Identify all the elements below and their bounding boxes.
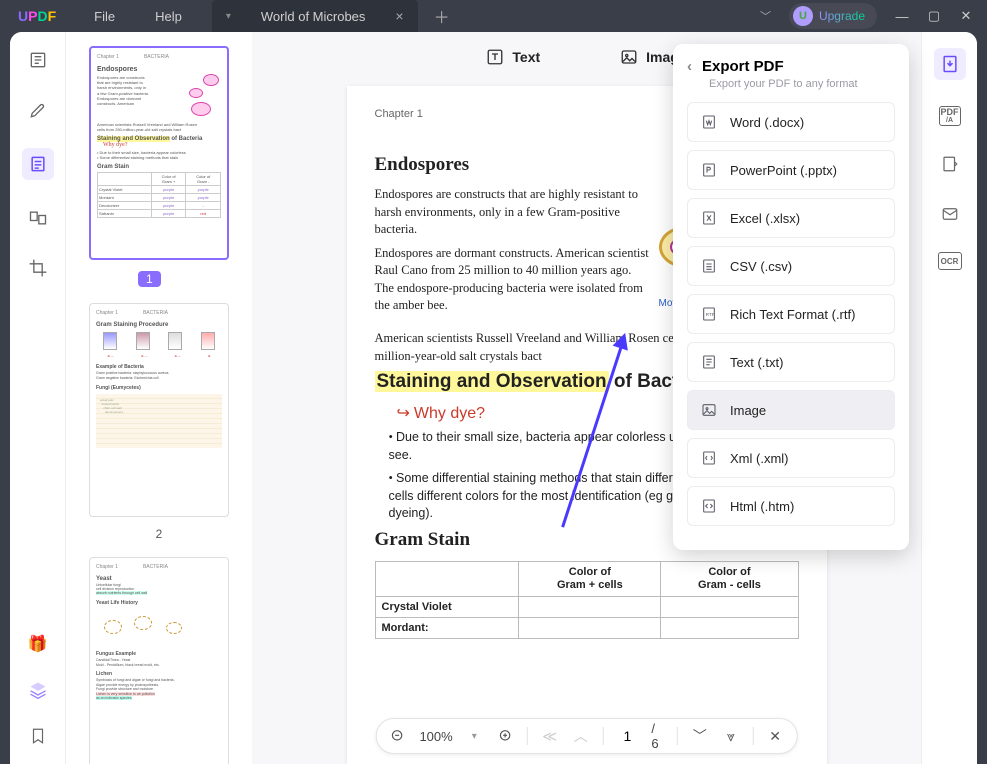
add-tab-button[interactable]: ＋ (434, 4, 450, 28)
html-icon (700, 497, 718, 515)
upgrade-avatar: U (793, 6, 813, 26)
save-icon[interactable] (938, 152, 962, 176)
bookmark-icon[interactable] (26, 724, 50, 748)
page-total: / 6 (651, 721, 665, 751)
export-panel-subtitle: Export your PDF to any format (709, 78, 895, 90)
ocr-icon[interactable]: OCR (938, 252, 962, 270)
csv-icon (700, 257, 718, 275)
annotate-icon[interactable] (26, 98, 50, 122)
thumbnail-1-number: 1 (138, 271, 161, 287)
export-pdf-panel: ‹ Export PDF Export your PDF to any form… (673, 44, 909, 550)
gift-icon[interactable]: 🎁 (26, 632, 50, 656)
thumbnail-2-number: 2 (76, 527, 242, 541)
reader-mode-icon[interactable] (26, 48, 50, 72)
thumbnails-panel: Chapter 1 BACTERIA Endospores Endospores… (66, 32, 252, 764)
back-icon[interactable]: ‹ (687, 58, 692, 75)
tab-title: World of Microbes (261, 9, 366, 24)
bottom-toolbar: 100% ▾ ≪ ︿ / 6 ﹀ ⩔ ✕ (375, 718, 797, 754)
thumbnail-1[interactable]: Chapter 1 BACTERIA Endospores Endospores… (89, 46, 229, 260)
upgrade-button[interactable]: U Upgrade (789, 3, 877, 29)
image-icon (620, 48, 638, 66)
thumbnail-2[interactable]: Chapter 1 BACTERIA Gram Staining Procedu… (89, 303, 229, 517)
maximize-button[interactable]: ▢ (927, 9, 941, 23)
gram-stain-table: Color ofGram + cellsColor ofGram - cells… (375, 561, 799, 639)
export-text[interactable]: Text (.txt) (687, 342, 895, 382)
menu-file[interactable]: File (74, 9, 135, 24)
layers-icon[interactable] (26, 678, 50, 702)
tool-text[interactable]: Text (486, 48, 540, 66)
edit-pdf-icon[interactable] (22, 148, 54, 180)
zoom-in-button[interactable] (496, 728, 515, 744)
zoom-dropdown-icon[interactable]: ▾ (465, 731, 484, 742)
close-tab-icon[interactable]: × (395, 8, 403, 24)
last-page-button[interactable]: ⩔ (721, 728, 740, 745)
text-file-icon (700, 353, 718, 371)
next-page-button[interactable]: ﹀ (690, 726, 709, 746)
export-csv[interactable]: CSV (.csv) (687, 246, 895, 286)
export-pdf-icon[interactable] (934, 48, 966, 80)
title-bar: UPDF File Help ▾ World of Microbes × ＋ ﹀… (0, 0, 987, 32)
prev-page-button[interactable]: ︿ (571, 726, 590, 746)
tool-text-label: Text (512, 49, 540, 65)
zoom-level[interactable]: 100% (419, 729, 452, 744)
excel-icon (700, 209, 718, 227)
page-input[interactable] (615, 728, 639, 744)
app-logo: UPDF (0, 8, 74, 24)
export-powerpoint[interactable]: PowerPoint (.pptx) (687, 150, 895, 190)
export-panel-title: Export PDF (702, 58, 784, 75)
export-xml[interactable]: Xml (.xml) (687, 438, 895, 478)
svg-text:RTF: RTF (706, 312, 715, 317)
organize-pages-icon[interactable] (26, 206, 50, 230)
rtf-icon: RTF (700, 305, 718, 323)
image-file-icon (700, 401, 718, 419)
pdfa-icon[interactable]: PDF/A (939, 106, 961, 126)
menu-help[interactable]: Help (135, 9, 202, 24)
export-excel[interactable]: Excel (.xlsx) (687, 198, 895, 238)
close-toolbar-button[interactable]: ✕ (766, 728, 785, 745)
upgrade-label: Upgrade (819, 9, 865, 23)
xml-icon (700, 449, 718, 467)
text-icon (486, 48, 504, 66)
workspace: 🎁 Chapter 1 BACTERIA Endospores Endospor… (10, 32, 977, 764)
left-rail: 🎁 (10, 32, 66, 764)
minimize-button[interactable]: — (895, 9, 909, 23)
close-window-button[interactable]: ✕ (959, 9, 973, 23)
export-rtf[interactable]: RTFRich Text Format (.rtf) (687, 294, 895, 334)
export-word[interactable]: Word (.docx) (687, 102, 895, 142)
powerpoint-icon (700, 161, 718, 179)
right-rail: PDF/A OCR (921, 32, 977, 764)
first-page-button[interactable]: ≪ (540, 728, 559, 745)
zoom-out-button[interactable] (388, 728, 407, 744)
export-html[interactable]: Html (.htm) (687, 486, 895, 526)
mail-icon[interactable] (938, 202, 962, 226)
tabs-chevron-icon[interactable]: ﹀ (760, 8, 771, 24)
crop-icon[interactable] (26, 256, 50, 280)
export-image[interactable]: Image (687, 390, 895, 430)
word-icon (700, 113, 718, 131)
thumbnail-3[interactable]: Chapter 1 BACTERIA Yeast Unicellular fun… (89, 557, 229, 764)
chevron-down-icon[interactable]: ▾ (226, 11, 231, 22)
document-tab[interactable]: ▾ World of Microbes × (212, 0, 418, 32)
